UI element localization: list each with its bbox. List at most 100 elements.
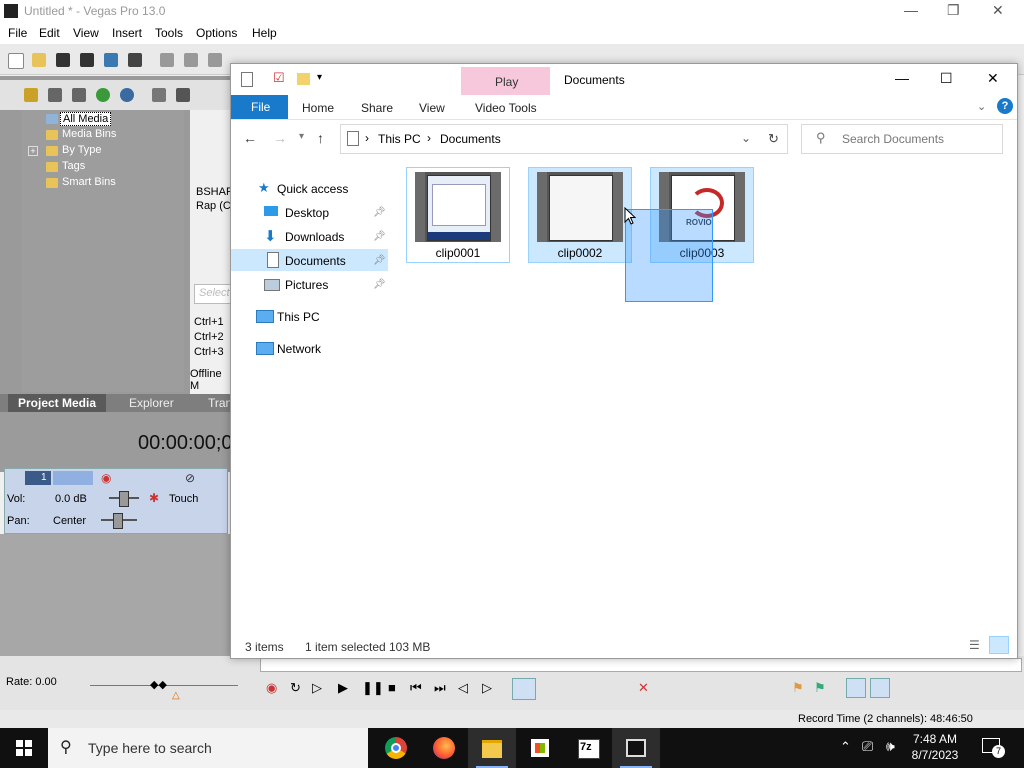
tab-explorer[interactable]: Explorer: [129, 396, 174, 410]
marker-icon[interactable]: ⚑: [792, 680, 804, 696]
nav-network[interactable]: Network: [277, 342, 321, 356]
remove-media-icon[interactable]: [152, 88, 166, 102]
media-properties-icon[interactable]: [176, 88, 190, 102]
details-view-icon[interactable]: ☰: [969, 638, 980, 652]
refresh-button[interactable]: ↻: [759, 124, 788, 154]
ribbon-tab-share[interactable]: Share: [361, 101, 393, 115]
snap-icon[interactable]: [846, 678, 866, 698]
media-item-name[interactable]: BSHAP: [196, 186, 233, 198]
taskbar-search-box[interactable]: ⚲ Type here to search: [48, 728, 368, 768]
quick-access-dropdown-icon[interactable]: ▾: [317, 72, 322, 83]
expand-icon[interactable]: +: [28, 146, 38, 156]
mute-icon[interactable]: ⊘: [185, 471, 195, 485]
breadcrumb-this-pc[interactable]: This PC: [378, 132, 421, 146]
media-search-field[interactable]: Select: [194, 284, 234, 304]
paste-icon[interactable]: [208, 53, 222, 67]
go-to-start-icon[interactable]: ⏮: [410, 680, 422, 696]
get-media-icon[interactable]: [96, 88, 110, 102]
show-hidden-icons-icon[interactable]: ⌃: [840, 739, 851, 755]
pin-icon[interactable]: 📌︎: [373, 255, 386, 266]
7zip-icon[interactable]: 7z: [564, 728, 612, 768]
large-icons-view-icon[interactable]: [989, 636, 1009, 654]
rate-slider-thumb[interactable]: ◆◆: [150, 678, 167, 691]
audio-track-header[interactable]: 1 ◉ ⊘ Vol: 0.0 dB ✱ Touch Pan: Center: [4, 468, 228, 534]
minimize-button[interactable]: —: [895, 70, 909, 86]
pin-icon[interactable]: 📌︎: [373, 231, 386, 242]
media-tool-icon[interactable]: [24, 88, 38, 102]
record-arm-icon[interactable]: ◉: [101, 471, 111, 485]
nav-desktop[interactable]: Desktop: [285, 206, 329, 220]
save-icon[interactable]: [56, 53, 70, 67]
volume-icon[interactable]: 🕪︎: [886, 738, 895, 755]
tree-item-media-bins[interactable]: Media Bins: [62, 128, 116, 140]
next-frame-icon[interactable]: ▷: [482, 680, 492, 696]
ribbon-tab-file[interactable]: File: [231, 95, 288, 119]
capture-icon[interactable]: [72, 88, 86, 102]
tab-project-media[interactable]: Project Media: [18, 396, 96, 410]
nav-quick-access[interactable]: Quick access: [277, 182, 348, 196]
cut-icon[interactable]: [160, 53, 174, 67]
touch-gear-icon[interactable]: ✱: [149, 491, 159, 505]
volume-slider-thumb[interactable]: [119, 491, 129, 507]
back-arrow-icon[interactable]: ←: [243, 130, 257, 146]
stop-icon[interactable]: ■: [388, 680, 396, 695]
menu-edit[interactable]: Edit: [39, 26, 60, 40]
pin-icon[interactable]: 📌︎: [373, 279, 386, 290]
context-tab-play[interactable]: Play: [461, 67, 550, 95]
clock[interactable]: 7:48 AM 8/7/2023: [900, 731, 970, 763]
properties-quick-icon[interactable]: [241, 72, 253, 87]
ribbon-tab-view[interactable]: View: [419, 101, 445, 115]
prev-frame-icon[interactable]: ◁: [458, 680, 468, 696]
nav-documents[interactable]: Documents: [285, 254, 346, 268]
edit-tool-icon[interactable]: [512, 678, 536, 700]
nav-downloads[interactable]: Downloads: [285, 230, 344, 244]
file-item-clip0002[interactable]: clip0002: [528, 167, 632, 263]
record-button[interactable]: ◉: [266, 680, 277, 696]
open-icon[interactable]: [32, 53, 46, 67]
chrome-icon[interactable]: [372, 728, 420, 768]
breadcrumb-documents[interactable]: Documents: [440, 132, 501, 146]
loop-icon[interactable]: ↻: [290, 680, 301, 696]
file-explorer-icon[interactable]: [468, 728, 516, 768]
vegas-close-button[interactable]: ✕: [992, 2, 1004, 19]
menu-insert[interactable]: Insert: [112, 26, 142, 40]
pause-icon[interactable]: ❚❚: [362, 680, 384, 696]
menu-options[interactable]: Options: [196, 26, 237, 40]
address-dropdown-icon[interactable]: ⌄: [741, 131, 751, 145]
tree-item-tags[interactable]: Tags: [62, 160, 85, 172]
vegas-icon[interactable]: [612, 728, 660, 768]
network-status-icon[interactable]: ⎚: [862, 738, 873, 755]
new-icon[interactable]: [8, 53, 24, 69]
address-bar[interactable]: › This PC › Documents ⌄: [340, 124, 761, 154]
tab-transitions[interactable]: Tran: [208, 396, 232, 410]
vegas-minimize-button[interactable]: —: [904, 2, 918, 18]
help-icon[interactable]: ?: [997, 98, 1013, 114]
close-button[interactable]: ✕: [987, 70, 999, 87]
vegas-maximize-button[interactable]: ❐: [947, 2, 960, 19]
checkmark-quick-icon[interactable]: ☑: [273, 70, 285, 86]
auto-ripple-icon[interactable]: [870, 678, 890, 698]
automation-mode[interactable]: Touch: [169, 493, 198, 505]
play-from-start-icon[interactable]: ▷: [312, 680, 322, 696]
save-as-icon[interactable]: [80, 53, 94, 67]
menu-view[interactable]: View: [73, 26, 99, 40]
properties-icon[interactable]: [128, 53, 142, 67]
timeline-scrollbar[interactable]: [260, 658, 1022, 672]
up-arrow-icon[interactable]: ↑: [317, 130, 324, 146]
menu-help[interactable]: Help: [252, 26, 277, 40]
pin-icon[interactable]: 📌︎: [373, 207, 386, 218]
ribbon-tab-video-tools[interactable]: Video Tools: [475, 101, 537, 115]
ribbon-expand-icon[interactable]: ⌄: [977, 100, 986, 113]
start-button[interactable]: [0, 728, 48, 768]
delete-icon[interactable]: ✕: [638, 680, 649, 696]
copy-icon[interactable]: [184, 53, 198, 67]
forward-arrow-icon[interactable]: →: [273, 130, 287, 146]
recent-locations-icon[interactable]: ▾: [299, 131, 304, 142]
go-to-end-icon[interactable]: ⏭: [434, 680, 446, 696]
track-name-field[interactable]: [53, 471, 93, 485]
notification-center-icon[interactable]: 7: [980, 736, 1005, 760]
import-media-icon[interactable]: [48, 88, 62, 102]
menu-tools[interactable]: Tools: [155, 26, 183, 40]
region-icon[interactable]: ⚑: [814, 680, 826, 696]
tree-item-smart-bins[interactable]: Smart Bins: [62, 176, 116, 188]
